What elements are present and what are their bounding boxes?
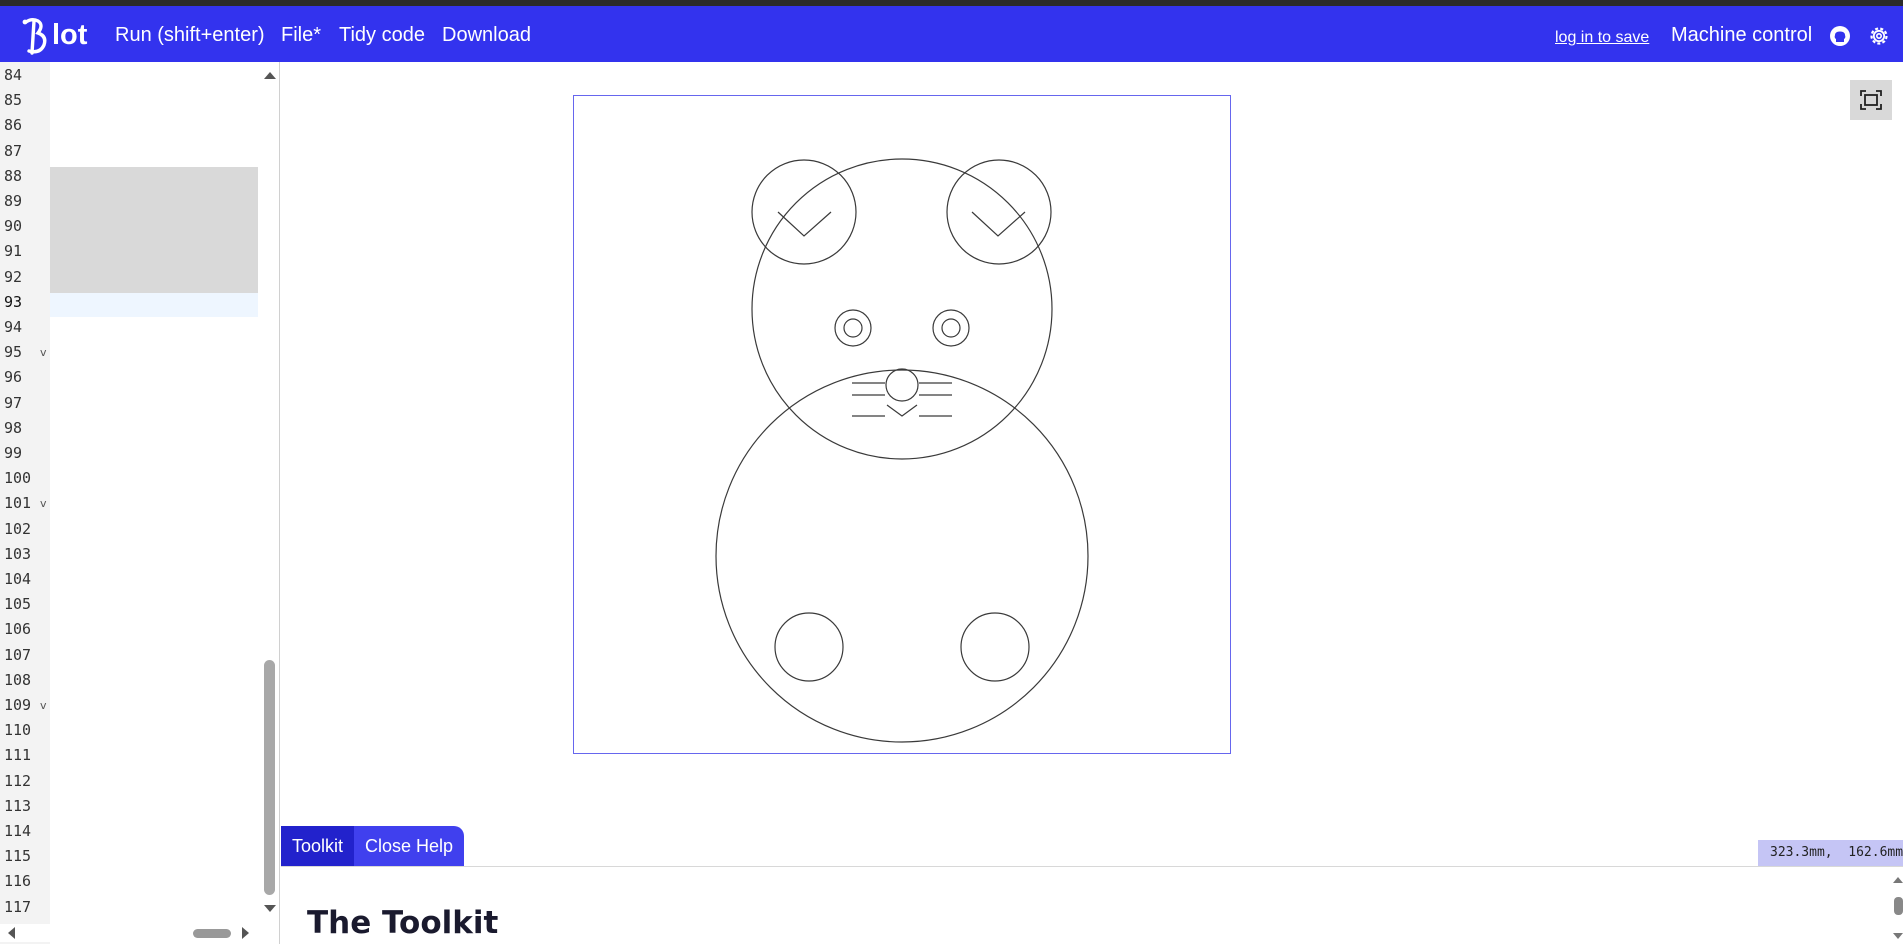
help-scroll-up-icon[interactable]	[1893, 877, 1903, 883]
line-number: 99	[4, 444, 23, 462]
fit-view-button[interactable]	[1850, 80, 1892, 120]
line-number: 105	[4, 595, 32, 614]
download-button[interactable]: Download	[442, 23, 531, 47]
line-number: 113	[4, 796, 32, 815]
github-icon[interactable]	[1829, 25, 1851, 47]
line-number: 114	[4, 822, 32, 840]
blot-logo[interactable]: lot	[20, 14, 92, 56]
line-number: 100	[4, 469, 32, 488]
drawing-viewer[interactable]: 323.3mm, 162.6mm	[281, 62, 1903, 866]
close-help-button[interactable]: Close Help	[354, 826, 465, 866]
line-number: 88	[4, 166, 23, 185]
line-number: 94	[4, 318, 23, 336]
line-number: 103	[4, 544, 32, 563]
line-number: 84	[4, 66, 23, 84]
help-panel: The Toolkit	[281, 866, 1903, 944]
active-line-highlight	[50, 293, 258, 317]
left-ear-mark	[777, 211, 832, 237]
scroll-left-icon[interactable]	[8, 927, 15, 939]
line-number: 117	[4, 897, 32, 916]
selection-highlight	[50, 167, 258, 293]
fold-toggle-icon[interactable]: v	[40, 497, 47, 510]
line-number: 91	[4, 242, 23, 261]
tab-toolkit[interactable]: Toolkit	[281, 826, 355, 866]
line-number: 110	[4, 721, 32, 740]
line-number: 109	[4, 696, 32, 714]
scroll-right-icon[interactable]	[242, 927, 249, 939]
line-number: 89	[4, 192, 23, 210]
line-number: 108	[4, 670, 32, 689]
right-eye-inner	[941, 318, 961, 338]
bear-head	[751, 158, 1053, 460]
left-eye-inner	[843, 318, 863, 338]
line-number: 96	[4, 368, 23, 387]
bear-nose	[885, 368, 919, 402]
gear-icon[interactable]	[1868, 25, 1890, 47]
line-number: 112	[4, 771, 32, 790]
bear-drawing	[715, 158, 1089, 743]
fullscreen-icon	[1860, 90, 1882, 110]
right-ear-mark	[971, 211, 1026, 237]
right-eye-outer	[932, 309, 970, 347]
line-number: 97	[4, 393, 23, 412]
machine-control-button[interactable]: Machine control	[1671, 23, 1812, 47]
help-scroll-down-icon[interactable]	[1893, 933, 1903, 939]
tidy-code-button[interactable]: Tidy code	[339, 23, 425, 47]
login-link[interactable]: log in to save	[1555, 26, 1649, 50]
cursor-coordinates: 323.3mm, 162.6mm	[1758, 840, 1903, 866]
line-number: 98	[4, 418, 23, 437]
logo-text: lot	[52, 19, 88, 51]
help-tabs: Toolkit Close Help	[281, 826, 465, 866]
vertical-scroll-thumb[interactable]	[264, 660, 275, 895]
line-number: 104	[4, 570, 32, 588]
line-number: 115	[4, 847, 32, 866]
line-number: 87	[4, 141, 23, 160]
right-ear	[946, 159, 1052, 265]
fold-toggle-icon[interactable]: v	[40, 346, 47, 359]
blot-logo-icon	[22, 18, 47, 55]
left-eye-outer	[834, 309, 872, 347]
editor-horizontal-scrollbar[interactable]	[0, 924, 261, 942]
run-button[interactable]: Run (shift+enter)	[115, 23, 265, 47]
scroll-up-icon[interactable]	[264, 72, 276, 79]
top-navbar: lot Run (shift+enter) File* Tidy code Do…	[0, 6, 1903, 62]
line-number: 93	[4, 292, 23, 311]
line-number: 86	[4, 116, 23, 135]
line-number: 102	[4, 519, 32, 538]
help-heading: The Toolkit	[307, 905, 499, 941]
bear-mouth	[886, 404, 918, 417]
horizontal-scroll-thumb[interactable]	[193, 929, 231, 938]
line-number: 92	[4, 267, 23, 286]
fold-toggle-icon[interactable]: v	[40, 699, 47, 712]
right-foot	[960, 612, 1030, 682]
line-number: 90	[4, 217, 23, 236]
help-scrollbar[interactable]	[1893, 867, 1903, 945]
editor-vertical-scrollbar[interactable]	[261, 62, 278, 922]
line-number: 111	[4, 746, 32, 765]
line-number: 95	[4, 343, 23, 362]
scroll-down-icon[interactable]	[264, 905, 276, 912]
help-scroll-thumb[interactable]	[1894, 897, 1903, 915]
left-ear	[751, 159, 857, 265]
line-number-gutter: 84 85 86 87 88 89 90 91 92 93 94 95 v 96 97 98 99 100 101 v…	[0, 62, 50, 944]
code-editor[interactable]: 84 85 86 87 88 89 90 91 92 93 94 95 v 96 97 98 99 100 101 v…	[0, 62, 280, 944]
left-foot	[774, 612, 844, 682]
line-number: 85	[4, 91, 23, 110]
line-number: 101	[4, 494, 32, 513]
line-number: 116	[4, 872, 32, 891]
bear-body	[715, 369, 1089, 743]
line-number: 107	[4, 645, 32, 664]
line-number: 106	[4, 620, 32, 639]
drawing-canvas[interactable]	[573, 95, 1231, 754]
file-menu[interactable]: File*	[281, 23, 321, 47]
